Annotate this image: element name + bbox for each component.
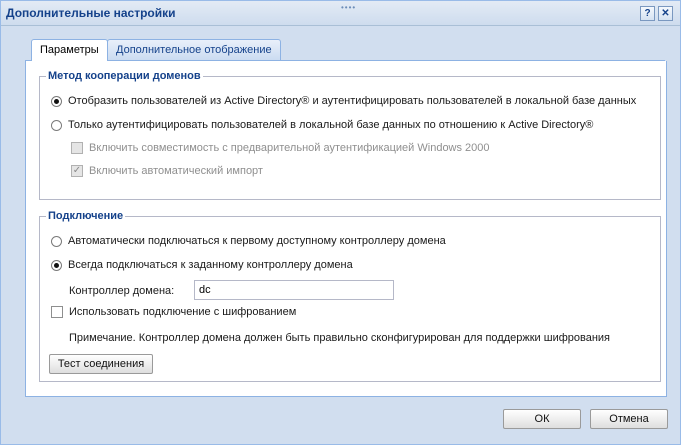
dc-label: Контроллер домена: — [69, 285, 175, 297]
checkbox[interactable] — [71, 142, 83, 154]
checkbox-win2000-preauth[interactable]: Включить совместимость с предварительной… — [71, 142, 490, 154]
radio-button[interactable] — [51, 235, 62, 247]
cancel-button[interactable]: Отмена — [590, 409, 668, 429]
checkbox-use-encryption[interactable]: Использовать подключение с шифрованием — [51, 306, 296, 318]
radio-display-ad-users[interactable]: Отобразить пользователей из Active Direc… — [51, 95, 636, 107]
radio-authenticate-only[interactable]: Только аутентифицировать пользователей в… — [51, 119, 593, 131]
settings-dialog: Дополнительные настройки •••• ? ✕ Параме… — [0, 0, 681, 445]
connection-legend: Подключение — [48, 210, 124, 222]
help-icon[interactable]: ? — [640, 6, 655, 21]
radio-auto-connect[interactable]: Автоматически подключаться к первому дос… — [51, 235, 446, 247]
tab-panel-parameters: Метод кооперации доменов Отобразить поль… — [25, 61, 667, 397]
radio-button[interactable] — [51, 119, 62, 131]
radio-specific-dc[interactable]: Всегда подключаться к заданному контролл… — [51, 259, 353, 271]
checkbox-label: Включить совместимость с предварительной… — [89, 142, 490, 154]
radio-label: Только аутентифицировать пользователей в… — [68, 119, 594, 131]
resize-grip-icon[interactable]: •••• — [341, 3, 356, 12]
domain-cooperation-group: Метод кооперации доменов — [39, 70, 661, 200]
radio-label: Автоматически подключаться к первому дос… — [68, 235, 446, 247]
checkmark-icon[interactable]: ✓ — [71, 165, 83, 177]
domain-controller-input[interactable] — [194, 280, 394, 300]
radio-label: Отобразить пользователей из Active Direc… — [68, 95, 637, 107]
dialog-title: Дополнительные настройки — [6, 6, 176, 20]
test-connection-button[interactable]: Тест соединения — [49, 354, 153, 374]
ok-button[interactable]: ОК — [503, 409, 581, 429]
tab-additional-display[interactable]: Дополнительное отображение — [107, 39, 281, 60]
checkbox-auto-import[interactable]: ✓ Включить автоматический импорт — [71, 165, 263, 177]
dialog-titlebar[interactable]: Дополнительные настройки •••• ? ✕ — [1, 1, 680, 26]
encryption-note: Примечание. Контроллер домена должен быт… — [69, 332, 611, 344]
tab-parameters[interactable]: Параметры — [31, 39, 108, 61]
checkbox[interactable] — [51, 306, 63, 318]
checkbox-label: Включить автоматический импорт — [89, 165, 263, 177]
domain-cooperation-legend: Метод кооперации доменов — [48, 70, 201, 82]
radio-label: Всегда подключаться к заданному контролл… — [68, 259, 353, 271]
tab-bar: Параметры Дополнительное отображение — [25, 38, 665, 61]
radio-button[interactable] — [51, 259, 62, 271]
close-icon[interactable]: ✕ — [658, 6, 673, 21]
checkbox-label: Использовать подключение с шифрованием — [69, 306, 297, 318]
radio-button[interactable] — [51, 95, 62, 107]
